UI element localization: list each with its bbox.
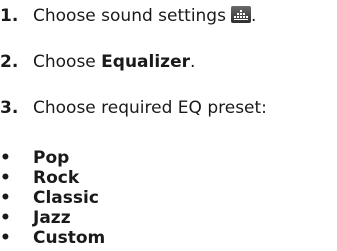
step-3: 3. Choose required EQ preset: [0, 96, 267, 120]
bullet: • [0, 188, 11, 208]
preset-custom: Custom [33, 228, 106, 248]
bullet: • [0, 208, 11, 228]
bullet: • [0, 168, 11, 188]
step-period: . [250, 6, 257, 26]
list-item: • Custom [0, 228, 105, 248]
list-item: • Pop [0, 148, 105, 168]
step-text: Choose [33, 52, 102, 72]
list-item: • Rock [0, 168, 105, 188]
step-text: Choose sound settings [33, 6, 226, 26]
list-item: • Classic [0, 188, 105, 208]
step-1: 1. Choose sound settings. [0, 4, 256, 28]
preset-classic: Classic [33, 188, 99, 208]
step-number: 3. [0, 98, 19, 118]
bullet: • [0, 228, 11, 248]
preset-jazz: Jazz [33, 208, 71, 228]
eq-preset-list: • Pop • Rock • Classic • Jazz • Custom [0, 148, 105, 248]
step-number: 2. [0, 52, 19, 72]
step-number: 1. [0, 6, 19, 26]
preset-pop: Pop [33, 148, 70, 168]
list-item: • Jazz [0, 208, 105, 228]
bullet: • [0, 148, 11, 168]
step-period: . [190, 52, 196, 72]
sound-settings-icon [230, 6, 251, 23]
step-2: 2. Choose Equalizer. [0, 50, 195, 74]
step-text: Choose required EQ preset: [33, 98, 267, 118]
preset-rock: Rock [33, 168, 80, 188]
equalizer-label: Equalizer [101, 52, 190, 72]
